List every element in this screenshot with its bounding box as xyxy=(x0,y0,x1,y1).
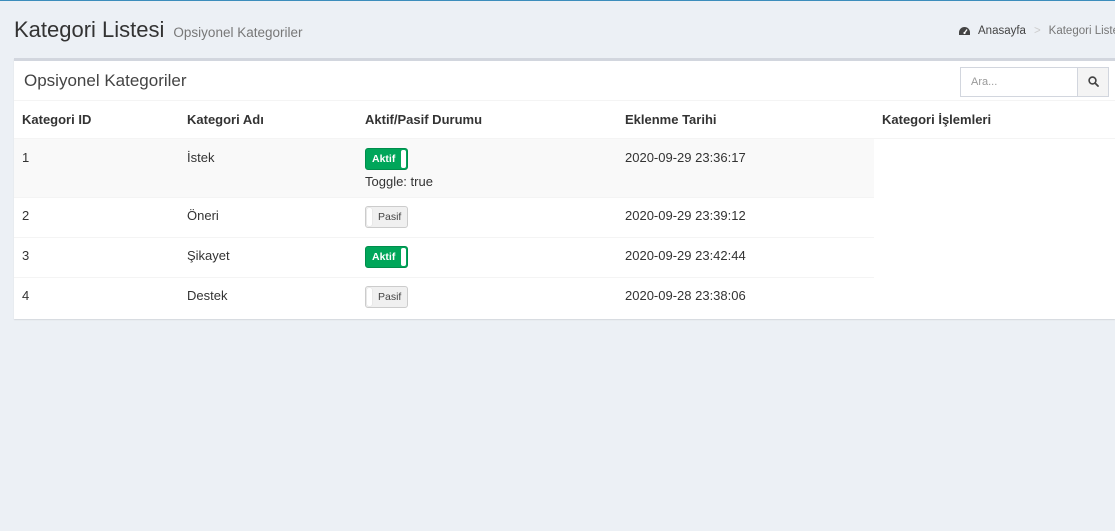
toggle-label: Aktif xyxy=(372,250,396,263)
category-actions xyxy=(874,138,1115,197)
status-cell: Aktif Toggle: true xyxy=(357,137,617,197)
page-subtitle: Opsiyonel Kategoriler xyxy=(173,25,303,40)
breadcrumb: Anasayfa > Kategori Listesi xyxy=(958,25,1115,37)
table-row: 1 İstek Aktif Toggle: true 2020-09-29 23… xyxy=(14,137,1115,197)
status-cell: Pasif xyxy=(357,196,617,237)
box-header: Opsiyonel Kategoriler xyxy=(14,61,1115,101)
status-cell: Pasif xyxy=(357,276,617,317)
created-date: 2020-09-29 23:42:44 xyxy=(617,236,874,277)
breadcrumb-current: Kategori Listesi xyxy=(1048,25,1115,37)
dashboard-icon xyxy=(958,26,971,37)
box-title: Opsiyonel Kategoriler xyxy=(24,71,187,90)
breadcrumb-separator: > xyxy=(1033,25,1041,37)
toggle-label: Pasif xyxy=(378,290,402,303)
page-title: Kategori Listesi xyxy=(14,17,165,42)
created-date: 2020-09-28 23:38:06 xyxy=(617,276,874,317)
column-header-id[interactable]: Kategori ID xyxy=(14,102,179,139)
category-id: 4 xyxy=(14,276,179,317)
category-actions xyxy=(874,277,1115,317)
search-group xyxy=(960,67,1109,97)
category-id: 2 xyxy=(14,196,179,237)
category-name: Destek xyxy=(179,276,357,317)
table-header-row: Kategori ID Kategori Adı Aktif/Pasif Dur… xyxy=(14,102,1115,139)
breadcrumb-home-label: Anasayfa xyxy=(978,25,1026,37)
category-name: Şikayet xyxy=(179,236,357,277)
table-row: 3 Şikayet Aktif 2020-09-29 23:42:44 xyxy=(14,236,1115,277)
categories-table: Kategori ID Kategori Adı Aktif/Pasif Dur… xyxy=(14,102,1115,317)
created-date: 2020-09-29 23:39:12 xyxy=(617,196,874,237)
category-actions xyxy=(874,237,1115,277)
search-icon xyxy=(1087,75,1099,90)
column-header-date[interactable]: Eklenme Tarihi xyxy=(617,102,874,139)
status-toggle[interactable]: Aktif xyxy=(365,245,408,268)
column-header-status[interactable]: Aktif/Pasif Durumu xyxy=(357,102,617,139)
category-id: 3 xyxy=(14,236,179,277)
categories-box: Opsiyonel Kategoriler Kategori ID Katego… xyxy=(14,58,1115,319)
breadcrumb-home-link[interactable]: Anasayfa xyxy=(958,25,1026,37)
content-header: Kategori Listesi Opsiyonel Kategoriler xyxy=(14,17,303,45)
column-header-actions: Kategori İşlemleri xyxy=(874,102,1115,139)
status-cell: Aktif xyxy=(357,236,617,277)
toggle-label: Aktif xyxy=(372,152,396,165)
table-row: 4 Destek Pasif 2020-09-28 23:38:06 xyxy=(14,276,1115,317)
category-name: Öneri xyxy=(179,196,357,237)
column-header-name[interactable]: Kategori Adı xyxy=(179,102,357,139)
status-toggle[interactable]: Aktif xyxy=(365,147,408,170)
status-toggle[interactable]: Pasif xyxy=(365,285,408,308)
status-toggle[interactable]: Pasif xyxy=(365,205,408,228)
category-id: 1 xyxy=(14,137,179,197)
toggle-status-text: Toggle: true xyxy=(365,173,433,189)
toggle-label: Pasif xyxy=(378,210,402,223)
search-button[interactable] xyxy=(1077,67,1109,97)
table-row: 2 Öneri Pasif 2020-09-29 23:39:12 xyxy=(14,196,1115,237)
search-input[interactable] xyxy=(960,67,1077,97)
category-name: İstek xyxy=(179,137,357,197)
created-date: 2020-09-29 23:36:17 xyxy=(617,137,874,197)
category-actions xyxy=(874,197,1115,237)
